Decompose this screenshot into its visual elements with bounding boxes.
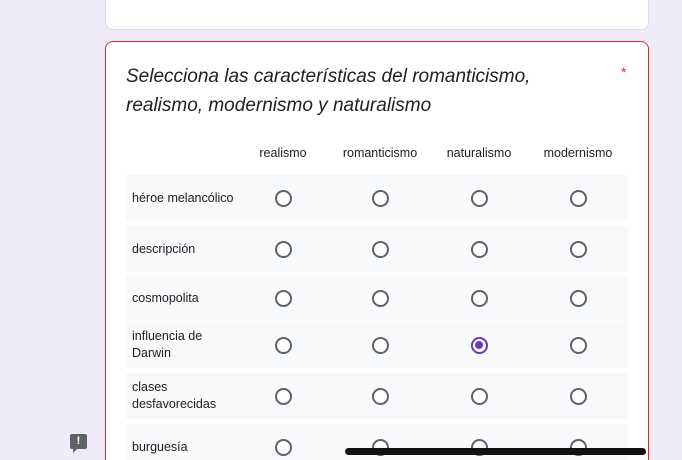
radio-modernismo[interactable]	[569, 189, 587, 207]
row-label: influencia de Darwin	[132, 329, 203, 360]
question-title: Selecciona las características del roman…	[126, 66, 531, 116]
radio-naturalismo[interactable]	[470, 387, 488, 405]
question-card: Selecciona las características del roman…	[105, 41, 649, 460]
report-problem-icon[interactable]: !	[70, 434, 87, 453]
grid-row: descripción	[126, 226, 628, 272]
previous-question-card	[105, 0, 649, 30]
home-indicator	[345, 448, 646, 455]
radio-realismo[interactable]	[274, 240, 292, 258]
radio-romanticismo[interactable]	[371, 189, 389, 207]
column-header-modernismo: modernismo	[543, 146, 613, 160]
radio-realismo[interactable]	[274, 387, 292, 405]
radio-romanticismo[interactable]	[371, 387, 389, 405]
radio-naturalismo[interactable]	[470, 240, 488, 258]
grid-row: héroe melancólico	[126, 175, 628, 221]
radio-realismo[interactable]	[274, 289, 292, 307]
radio-naturalismo[interactable]	[470, 289, 488, 307]
column-header-romanticismo: romanticismo	[342, 146, 418, 160]
radio-romanticismo[interactable]	[371, 336, 389, 354]
required-asterisk: *	[621, 64, 627, 80]
radio-naturalismo[interactable]	[470, 336, 488, 354]
row-label: descripción	[132, 241, 196, 256]
grid-row: cosmopolita	[126, 275, 628, 321]
radio-modernismo[interactable]	[569, 387, 587, 405]
radio-realismo[interactable]	[274, 189, 292, 207]
row-label: héroe melancólico	[132, 190, 234, 205]
radio-realismo[interactable]	[274, 336, 292, 354]
grid-row: clases desfavorecidas	[126, 373, 628, 419]
radio-modernismo[interactable]	[569, 336, 587, 354]
column-header-realismo: realismo	[259, 146, 307, 160]
radio-realismo[interactable]	[274, 438, 292, 456]
radio-naturalismo[interactable]	[470, 189, 488, 207]
column-header-naturalismo: naturalismo	[446, 146, 512, 160]
row-label: burguesía	[132, 439, 188, 454]
radio-romanticismo[interactable]	[371, 240, 389, 258]
grid-row: influencia de Darwin	[126, 322, 628, 368]
radio-modernismo[interactable]	[569, 240, 587, 258]
radio-romanticismo[interactable]	[371, 289, 389, 307]
row-label: cosmopolita	[132, 290, 199, 305]
row-label: clases desfavorecidas	[132, 380, 217, 411]
radio-modernismo[interactable]	[569, 289, 587, 307]
